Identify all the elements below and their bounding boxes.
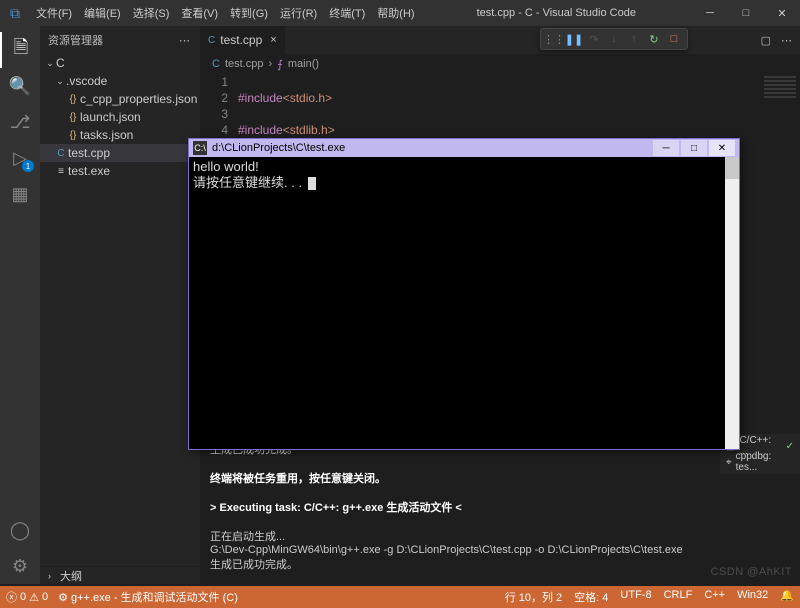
maximize-icon[interactable]: □ [728, 0, 764, 26]
source-control-icon[interactable]: ⎇ [0, 104, 40, 140]
status-errors[interactable]: ⓧ0⚠0 [6, 589, 48, 605]
step-over-icon[interactable]: ↷ [584, 29, 604, 49]
sidebar-title: 资源管理器 [48, 32, 103, 48]
outline-section[interactable]: › 大纲 [40, 566, 200, 584]
breadcrumb-file-icon: C [212, 58, 220, 70]
tree-root[interactable]: ⌄C [40, 54, 200, 72]
status-spaces[interactable]: 空格: 4 [574, 589, 608, 605]
tree-file-launch[interactable]: {}launch.json [40, 108, 200, 126]
console-output: hello world! 请按任意键继续. . . [189, 157, 739, 193]
titlebar: ⧉ 文件(F) 编辑(E) 选择(S) 查看(V) 转到(G) 运行(R) 终端… [0, 0, 800, 26]
bug-icon: ⌖ [726, 457, 732, 468]
close-icon[interactable]: ✕ [764, 0, 800, 26]
tab-bar: C test.cpp × ▢ ⋯ [200, 26, 800, 54]
minimize-icon[interactable]: ─ [692, 0, 728, 26]
breadcrumb-symbol: main() [288, 58, 319, 70]
terminal-line: 生成已成功完成。 [210, 556, 790, 572]
terminal-tab-debug[interactable]: ⌖cppdbg: tes... [726, 454, 794, 470]
sidebar-more-icon[interactable]: ⋯ [179, 34, 192, 47]
outline-label: 大纲 [60, 568, 82, 584]
terminal-line: 终端将被任务重用，按任意键关闭。 [210, 470, 790, 486]
menu-goto[interactable]: 转到(G) [224, 5, 274, 21]
activity-bar: 🗎 🔍 ⎇ ▷1 ▦ ◯ ⚙ [0, 26, 40, 584]
debug-toolbar[interactable]: ⋮⋮ ❚❚ ↷ ↓ ↑ ↻ □ [540, 28, 688, 50]
menubar: 文件(F) 编辑(E) 选择(S) 查看(V) 转到(G) 运行(R) 终端(T… [30, 5, 421, 21]
account-icon[interactable]: ◯ [0, 512, 40, 548]
minimap[interactable] [760, 74, 800, 154]
terminal-line: G:\Dev-Cpp\MinGW64\bin\g++.exe -g D:\CLi… [210, 544, 790, 556]
error-icon: ⓧ [6, 589, 17, 605]
status-bar: ⓧ0⚠0 ⚙g++.exe - 生成和调试活动文件 (C) 行 10，列 2 空… [0, 586, 800, 608]
status-platform[interactable]: Win32 [737, 589, 768, 605]
warning-icon: ⚠ [29, 591, 39, 604]
menu-run[interactable]: 运行(R) [274, 5, 323, 21]
sidebar-explorer: 资源管理器 ⋯ ⌄C ⌄.vscode {}c_cpp_properties.j… [40, 26, 200, 584]
run-debug-icon[interactable]: ▷1 [0, 140, 40, 176]
file-tree: ⌄C ⌄.vscode {}c_cpp_properties.json {}la… [40, 54, 200, 180]
status-language[interactable]: C++ [704, 589, 725, 605]
debug-badge: 1 [22, 160, 34, 172]
gear-icon: ⚙ [58, 591, 68, 604]
cursor-icon [308, 177, 316, 190]
terminal-panel[interactable]: ^ ✕ 生成已成功完成。 终端将被任务重用，按任意键关闭。 > Executin… [200, 434, 800, 584]
search-icon[interactable]: 🔍 [0, 68, 40, 104]
drag-grip-icon[interactable]: ⋮⋮ [544, 29, 564, 49]
settings-gear-icon[interactable]: ⚙ [0, 548, 40, 584]
menu-terminal[interactable]: 终端(T) [323, 5, 371, 21]
menu-view[interactable]: 查看(V) [175, 5, 224, 21]
split-editor-icon[interactable]: ▢ [761, 34, 771, 47]
tab-label: test.cpp [220, 33, 262, 47]
window-title: test.cpp - C - Visual Studio Code [421, 7, 692, 19]
status-cursor-pos[interactable]: 行 10，列 2 [505, 589, 562, 605]
step-into-icon[interactable]: ↓ [604, 29, 624, 49]
menu-file[interactable]: 文件(F) [30, 5, 78, 21]
console-app-icon: C:\ [193, 141, 207, 155]
terminal-line: > Executing task: C/C++: g++.exe 生成活动文件 … [210, 499, 790, 515]
vscode-logo-icon: ⧉ [0, 5, 30, 22]
watermark: CSDN @AhKIT [711, 566, 792, 578]
tree-file-tasks[interactable]: {}tasks.json [40, 126, 200, 144]
menu-edit[interactable]: 编辑(E) [78, 5, 127, 21]
tab-testcpp[interactable]: C test.cpp × [200, 26, 286, 54]
check-icon: ✓ [786, 441, 794, 452]
stop-icon[interactable]: □ [664, 29, 684, 49]
status-build-task[interactable]: ⚙g++.exe - 生成和调试活动文件 (C) [58, 589, 238, 605]
console-maximize-icon[interactable]: □ [681, 140, 707, 156]
tab-close-icon[interactable]: × [270, 34, 276, 46]
extensions-icon[interactable]: ▦ [0, 176, 40, 212]
console-window[interactable]: C:\ d:\CLionProjects\C\test.exe ─ □ ✕ he… [188, 138, 740, 450]
breadcrumb-file: test.cpp [225, 58, 264, 70]
explorer-icon[interactable]: 🗎 [0, 32, 40, 68]
console-close-icon[interactable]: ✕ [709, 140, 735, 156]
tree-file-testcpp[interactable]: Ctest.cpp [40, 144, 200, 162]
tab-more-icon[interactable]: ⋯ [781, 34, 792, 47]
scrollbar-thumb[interactable] [725, 157, 739, 179]
menu-help[interactable]: 帮助(H) [371, 5, 420, 21]
cpp-file-icon: C [208, 35, 215, 46]
chevron-right-icon: › [48, 571, 60, 581]
tree-file-testexe[interactable]: ≡test.exe [40, 162, 200, 180]
breadcrumb[interactable]: C test.cpp › ⨍ main() [200, 54, 800, 74]
console-title: d:\CLionProjects\C\test.exe [212, 142, 345, 154]
chevron-right-icon: › [268, 58, 272, 70]
status-bell-icon[interactable]: 🔔 [780, 589, 794, 605]
status-eol[interactable]: CRLF [664, 589, 693, 605]
restart-icon[interactable]: ↻ [644, 29, 664, 49]
tree-file-properties[interactable]: {}c_cpp_properties.json [40, 90, 200, 108]
terminal-line: 正在启动生成... [210, 528, 790, 544]
console-minimize-icon[interactable]: ─ [653, 140, 679, 156]
status-encoding[interactable]: UTF-8 [620, 589, 651, 605]
pause-icon[interactable]: ❚❚ [564, 29, 584, 49]
console-scrollbar[interactable] [725, 157, 739, 449]
step-out-icon[interactable]: ↑ [624, 29, 644, 49]
window-controls: ─ □ ✕ [692, 0, 800, 26]
console-titlebar[interactable]: C:\ d:\CLionProjects\C\test.exe ─ □ ✕ [189, 139, 739, 157]
menu-select[interactable]: 选择(S) [127, 5, 176, 21]
tree-folder-vscode[interactable]: ⌄.vscode [40, 72, 200, 90]
breadcrumb-symbol-icon: ⨍ [277, 58, 283, 71]
